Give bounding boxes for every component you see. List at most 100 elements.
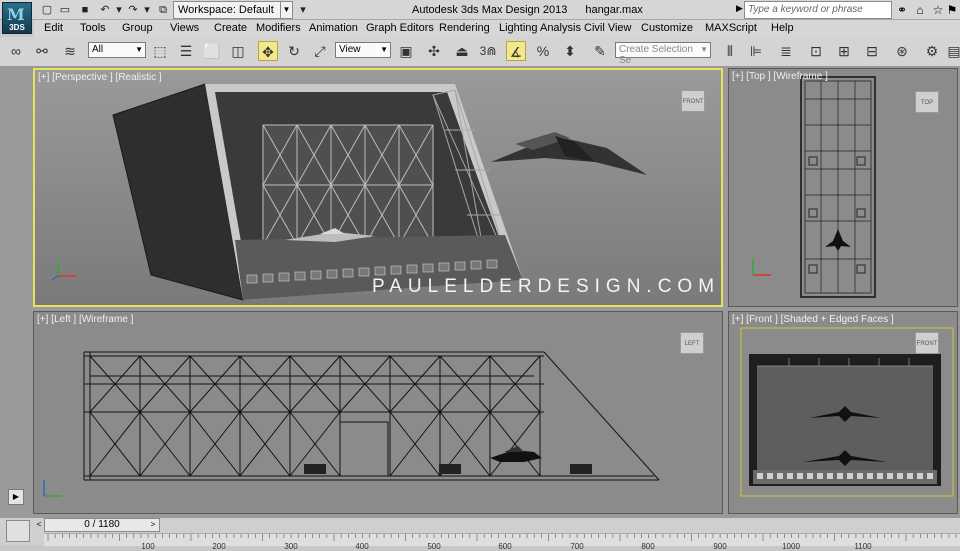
search-expand-icon[interactable]: ▶ xyxy=(736,3,743,14)
menu-maxscript[interactable]: MAXScript xyxy=(705,22,757,34)
viewport-area: [+] [Perspective ] [Realistic ] FRONT PA… xyxy=(0,67,960,517)
select-and-scale-icon[interactable]: ⤢ xyxy=(310,41,330,61)
perspective-viewport-label[interactable]: [+] [Perspective ] [Realistic ] xyxy=(38,72,162,83)
window-crossing-icon[interactable]: ◫ xyxy=(228,41,248,61)
favorites-icon[interactable]: ⚑ xyxy=(944,2,960,18)
viewcube-left[interactable]: LEFT xyxy=(680,332,704,354)
mirror-icon[interactable]: ⫴ xyxy=(720,41,740,61)
new-file-icon[interactable]: ▢ xyxy=(40,3,54,17)
select-and-manipulate-icon[interactable]: ✣ xyxy=(424,41,444,61)
curve-editor-icon[interactable]: ⊞ xyxy=(834,41,854,61)
tick-label: 300 xyxy=(284,542,298,551)
window-title: Autodesk 3ds Max Design 2013 hangar.max xyxy=(412,4,643,16)
perspective-viewport[interactable]: [+] [Perspective ] [Realistic ] FRONT PA… xyxy=(33,68,723,307)
menu-create[interactable]: Create xyxy=(214,22,247,34)
left-jet xyxy=(490,446,542,462)
keyboard-shortcut-override-icon[interactable]: ⏏ xyxy=(452,41,472,61)
viewcube-perspective[interactable]: FRONT xyxy=(681,90,705,112)
align-icon[interactable]: ⊫ xyxy=(746,41,766,61)
front-viewport-label[interactable]: [+] [Front ] [Shaded + Edged Faces ] xyxy=(732,314,894,325)
undo-icon[interactable]: ↶ xyxy=(98,3,112,17)
schematic-view-icon[interactable]: ⊟ xyxy=(862,41,882,61)
menu-edit[interactable]: Edit xyxy=(44,22,63,34)
bind-space-warp-icon[interactable]: ≋ xyxy=(60,41,80,61)
reference-coordinate-dropdown[interactable]: View ▼ xyxy=(335,42,391,58)
tick-label: 400 xyxy=(355,542,369,551)
tick-label: 600 xyxy=(498,542,512,551)
search-input[interactable]: Type a keyword or phrase xyxy=(744,1,892,19)
select-by-name-icon[interactable]: ☰ xyxy=(176,41,196,61)
angle-snap-icon[interactable]: ∡ xyxy=(506,41,526,61)
top-viewport[interactable]: [+] [Top ] [Wireframe ] TOP xyxy=(728,68,958,307)
app-menu-button[interactable]: M 3DS xyxy=(2,2,32,34)
watermark-text: PAULELDERDESIGN.COM xyxy=(372,276,721,297)
play-expand-button[interactable]: ▶ xyxy=(8,489,24,505)
time-slider-value: 0 / 1180 xyxy=(84,519,120,530)
flying-jet xyxy=(491,132,647,175)
undo-dropdown-icon[interactable]: ▾ xyxy=(112,3,126,17)
save-icon[interactable]: ■ xyxy=(78,3,92,17)
menu-rendering[interactable]: Rendering xyxy=(439,22,490,34)
menu-help[interactable]: Help xyxy=(771,22,794,34)
select-and-move-icon[interactable]: ✥ xyxy=(258,41,278,61)
binoculars-icon[interactable]: ⚭ xyxy=(894,2,910,18)
chevron-down-icon: ▼ xyxy=(280,2,292,18)
left-viewport[interactable]: [+] [Left ] [Wireframe ] LEFT xyxy=(33,311,723,514)
left-scene xyxy=(83,351,660,481)
workspace-dropdown[interactable]: Workspace: Default ▼ xyxy=(173,1,293,19)
time-slider-prev-icon[interactable]: < xyxy=(34,518,44,532)
spinner-snap-icon[interactable]: ⬍ xyxy=(560,41,580,61)
track-bar[interactable]: 100 200 300 400 500 600 700 800 900 1000… xyxy=(44,533,960,551)
snaps-toggle-icon[interactable]: 3⋒ xyxy=(478,41,498,61)
time-slider[interactable]: 0 / 1180 xyxy=(44,518,160,532)
viewcube-top[interactable]: TOP xyxy=(915,91,939,113)
menu-graph-editors[interactable]: Graph Editors xyxy=(366,22,434,34)
menu-group[interactable]: Group xyxy=(122,22,153,34)
menu-civil-view[interactable]: Civil View xyxy=(584,22,631,34)
redo-icon[interactable]: ↷ xyxy=(126,3,140,17)
menu-views[interactable]: Views xyxy=(170,22,199,34)
subscription-icon[interactable]: ⌂ xyxy=(912,2,928,18)
time-slider-next-icon[interactable]: > xyxy=(148,518,158,532)
pivot-center-icon[interactable]: ▣ xyxy=(396,41,416,61)
left-vents xyxy=(304,464,592,474)
project-folder-icon[interactable]: ⧉ xyxy=(156,3,170,17)
menu-lighting-analysis[interactable]: Lighting Analysis xyxy=(499,22,581,34)
timeline: < 0 / 1180 > 100 200 300 400 500 600 700… xyxy=(0,517,960,551)
select-object-icon[interactable]: ⬚ xyxy=(150,41,170,61)
unlink-icon[interactable]: ⚯ xyxy=(32,41,52,61)
material-editor-icon[interactable]: ⊛ xyxy=(892,41,912,61)
chevron-down-icon: ▼ xyxy=(135,45,143,54)
select-and-rotate-icon[interactable]: ↻ xyxy=(284,41,304,61)
named-selection-placeholder: Create Selection Se xyxy=(619,44,693,66)
rendered-frame-window-icon[interactable]: ▤ xyxy=(944,41,960,61)
viewcube-front[interactable]: FRONT xyxy=(915,332,939,354)
menu-modifiers[interactable]: Modifiers xyxy=(256,22,301,34)
layer-manager-icon[interactable]: ≣ xyxy=(776,41,796,61)
link-icon[interactable]: ∞ xyxy=(6,41,26,61)
menu-customize[interactable]: Customize xyxy=(641,22,693,34)
render-setup-icon[interactable]: ⚙ xyxy=(922,41,942,61)
menu-tools[interactable]: Tools xyxy=(80,22,106,34)
left-viewport-label[interactable]: [+] [Left ] [Wireframe ] xyxy=(37,314,133,325)
top-vents xyxy=(808,156,866,274)
redo-dropdown-icon[interactable]: ▾ xyxy=(140,3,154,17)
selection-filter-dropdown[interactable]: All ▼ xyxy=(88,42,146,58)
title-bar: M 3DS ▢ ▭ ■ ↶ ▾ ↷ ▾ ⧉ Workspace: Default ▼… xyxy=(0,0,960,34)
top-grid-lines xyxy=(805,81,871,293)
tick-label: 700 xyxy=(570,542,584,551)
front-viewport[interactable]: [+] [Front ] [Shaded + Edged Faces ] FRO… xyxy=(728,311,958,514)
graphite-toolbox-icon[interactable]: ⊡ xyxy=(806,41,826,61)
top-viewport-label[interactable]: [+] [Top ] [Wireframe ] xyxy=(732,71,828,82)
tick-label: 100 xyxy=(141,542,155,551)
quick-access-dropdown-icon[interactable]: ▾ xyxy=(296,3,310,17)
percent-snap-icon[interactable]: % xyxy=(533,41,553,61)
rectangular-selection-icon[interactable]: ⬜ xyxy=(202,41,222,61)
edit-named-selection-icon[interactable]: ✎ xyxy=(590,41,610,61)
viewport-layout-icon[interactable] xyxy=(6,520,30,542)
menu-animation[interactable]: Animation xyxy=(309,22,358,34)
max-logo-icon: M xyxy=(7,5,25,24)
open-file-icon[interactable]: ▭ xyxy=(58,3,72,17)
tick-label: 500 xyxy=(427,542,441,551)
named-selection-sets-dropdown[interactable]: Create Selection Se ▼ xyxy=(615,42,711,66)
